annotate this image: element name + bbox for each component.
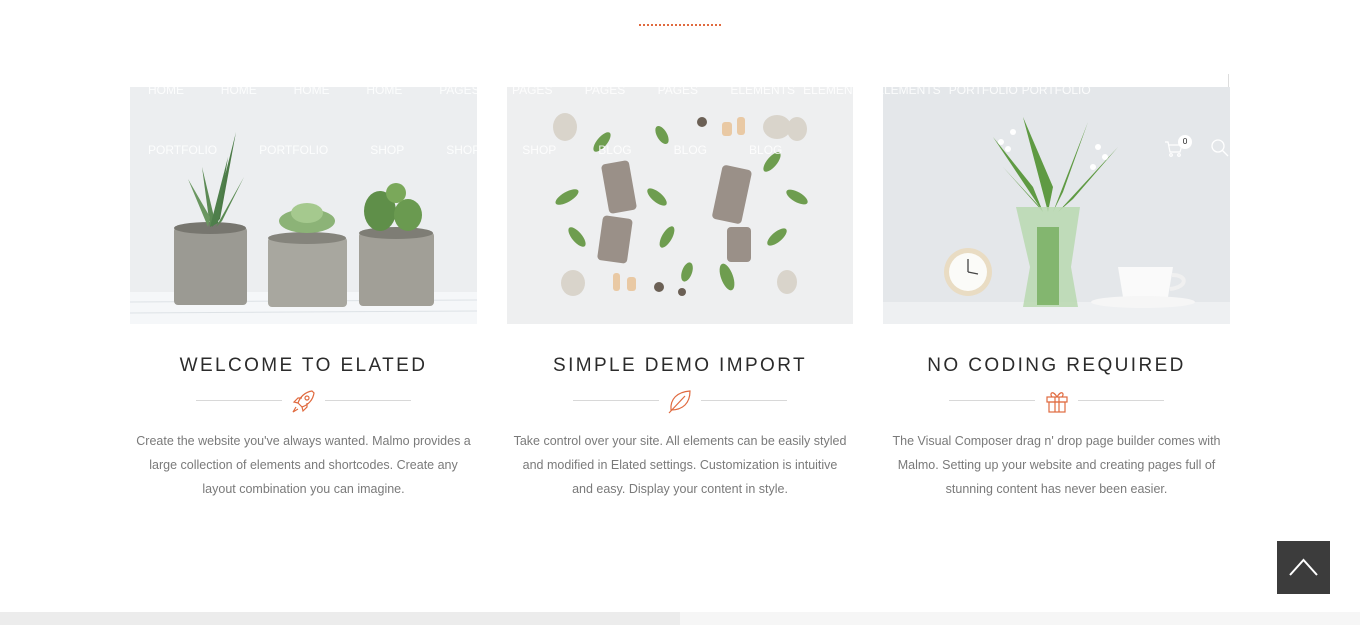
menu-item-portfolio-1[interactable]: Portfolio <box>931 83 1018 97</box>
card-description: The Visual Composer drag n' drop page bu… <box>892 434 1221 496</box>
header-edge <box>1228 74 1229 87</box>
menu-item-portfolio-3[interactable]: Portfolio <box>130 143 217 157</box>
leaf-icon <box>666 387 694 415</box>
icon-divider-right <box>325 400 411 401</box>
icon-divider-left <box>196 400 282 401</box>
menu-item-portfolio-4[interactable]: Portfolio <box>241 143 328 157</box>
cart-count-badge: 0 <box>1178 135 1192 149</box>
back-to-top-button[interactable] <box>1277 541 1330 594</box>
icon-divider-right <box>701 400 787 401</box>
menu-item-home-2[interactable]: Home <box>203 83 276 97</box>
main-menu-row-2: Portfolio Portfolio Shop Shop Shop Blog … <box>130 143 806 157</box>
card-icon-row <box>507 387 853 415</box>
card-description: Create the website you've always wanted.… <box>136 434 471 496</box>
menu-item-pages-2[interactable]: Pages <box>494 83 567 97</box>
menu-item-portfolio-2[interactable]: Portfolio <box>1004 83 1091 97</box>
menu-item-pages-1[interactable]: Pages <box>421 83 494 97</box>
next-section-left <box>0 612 680 625</box>
card-title: SIMPLE DEMO IMPORT <box>553 355 807 376</box>
card-title: NO CODING REQUIRED <box>927 355 1186 376</box>
menu-item-shop-3[interactable]: Shop <box>504 143 556 157</box>
menu-item-shop-1[interactable]: Shop <box>352 143 404 157</box>
card-title: WELCOME TO ELATED <box>179 355 428 376</box>
rocket-icon <box>290 387 318 415</box>
menu-item-elements-1[interactable]: Elements <box>712 83 795 97</box>
menu-item-elements-2[interactable]: Elements <box>785 83 868 97</box>
card-icon-row <box>130 387 477 415</box>
icon-divider-left <box>573 400 659 401</box>
search-icon <box>1211 139 1229 157</box>
search-button[interactable] <box>1210 138 1230 158</box>
icon-divider-left <box>949 400 1035 401</box>
cart-button[interactable]: 0 <box>1164 135 1192 162</box>
card-description: Take control over your site. All element… <box>513 434 847 496</box>
next-section-edge <box>0 612 1360 625</box>
menu-item-home-1[interactable]: Home <box>130 83 203 97</box>
menu-item-pages-4[interactable]: Pages <box>640 83 713 97</box>
card-icon-row <box>883 387 1230 415</box>
menu-item-blog-3[interactable]: Blog <box>731 143 782 157</box>
gift-icon <box>1043 387 1071 415</box>
chevron-up-icon <box>1289 558 1318 576</box>
main-menu-row-1: Home Home Home Home Pages Pages Pages Pa… <box>130 83 1091 97</box>
menu-item-home-4[interactable]: Home <box>348 83 421 97</box>
next-section-right <box>680 612 1360 625</box>
menu-item-elements-3[interactable]: Elements <box>858 83 941 97</box>
menu-item-blog-2[interactable]: Blog <box>656 143 707 157</box>
sticky-header-overlay: Home Home Home Home Pages Pages Pages Pa… <box>130 74 1230 166</box>
menu-item-blog-1[interactable]: Blog <box>580 143 631 157</box>
menu-item-pages-3[interactable]: Pages <box>567 83 640 97</box>
section-divider <box>639 24 721 26</box>
menu-item-shop-2[interactable]: Shop <box>428 143 480 157</box>
icon-divider-right <box>1078 400 1164 401</box>
menu-item-home-3[interactable]: Home <box>276 83 349 97</box>
